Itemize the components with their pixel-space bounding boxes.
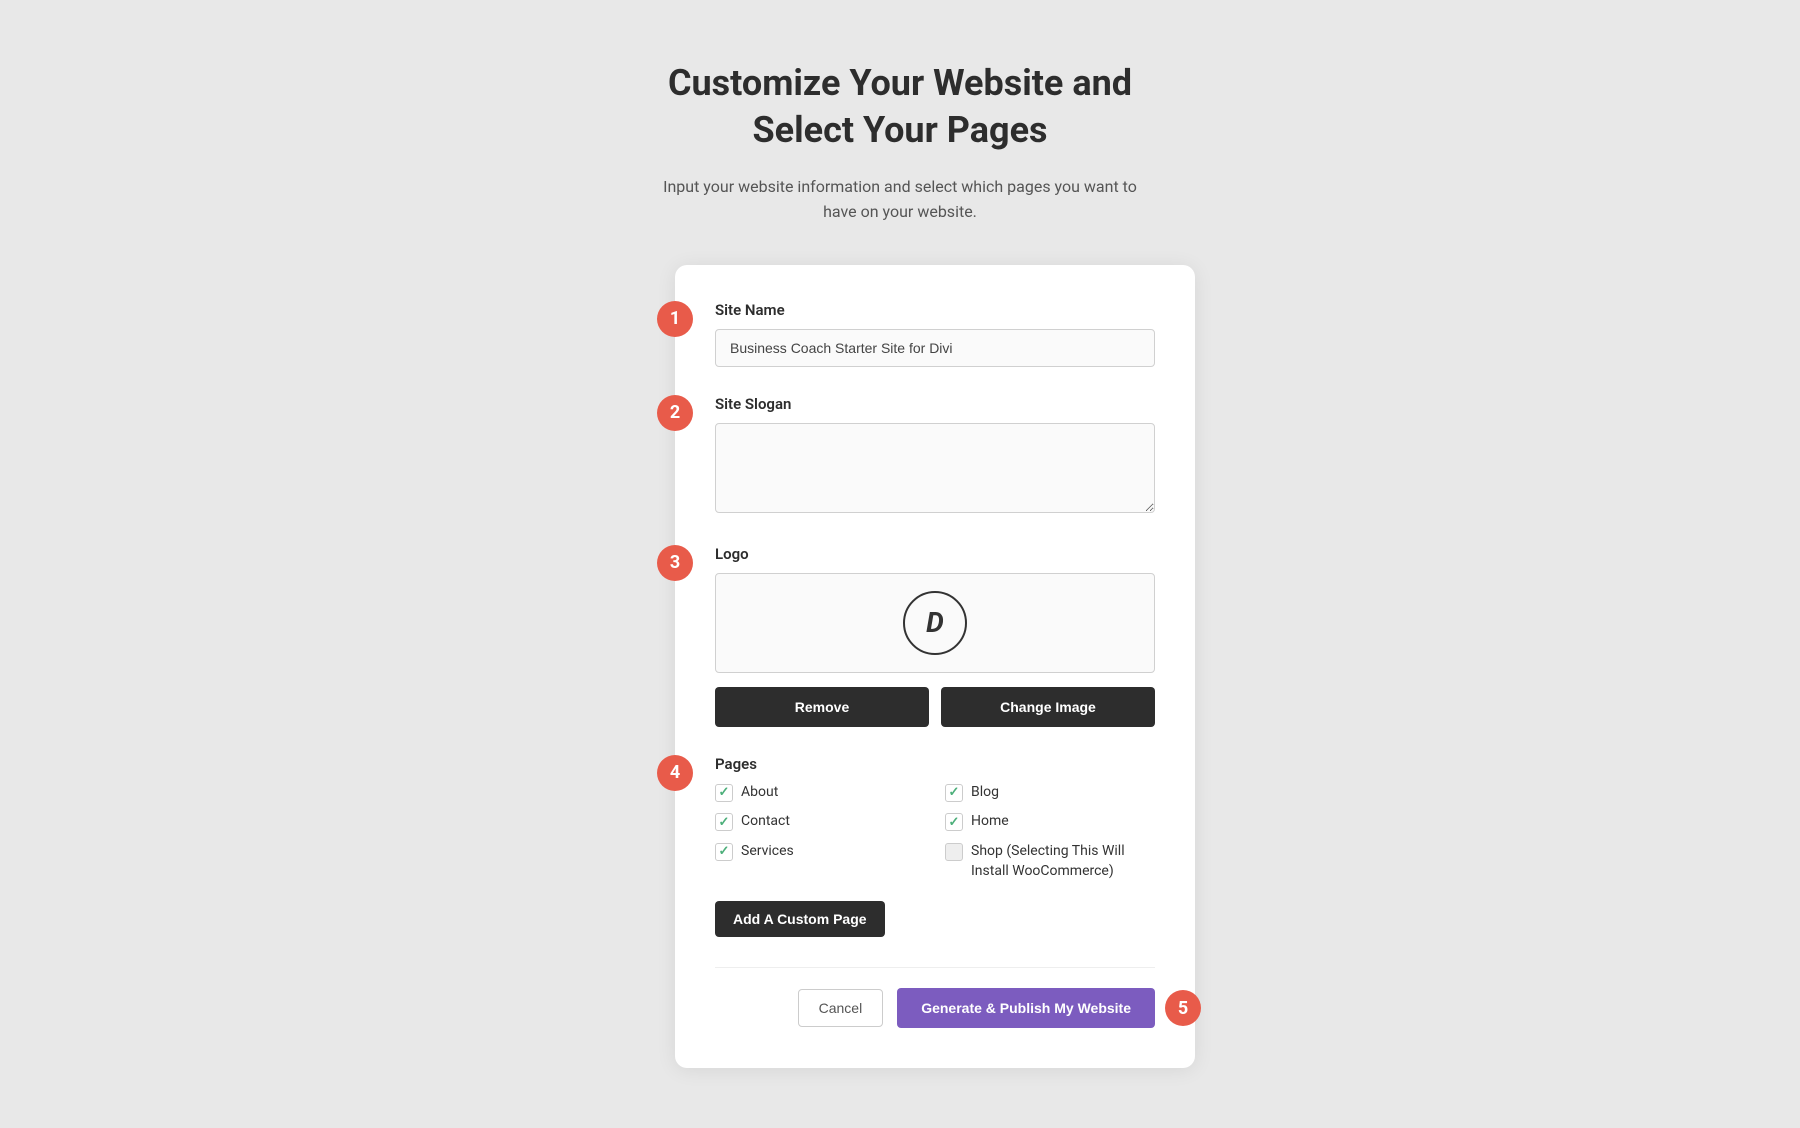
pages-label: Pages bbox=[715, 755, 1155, 773]
pages-grid: ✓ About ✓ Blog ✓ Contact bbox=[715, 783, 1155, 881]
checkbox-services[interactable]: ✓ bbox=[715, 843, 733, 861]
logo-area: D bbox=[715, 573, 1155, 673]
step-2-badge: 2 bbox=[657, 395, 693, 431]
checkbox-contact[interactable]: ✓ bbox=[715, 813, 733, 831]
page-label-shop: Shop (Selecting This Will Install WooCom… bbox=[971, 842, 1155, 881]
checkbox-home[interactable]: ✓ bbox=[945, 813, 963, 831]
checkbox-about[interactable]: ✓ bbox=[715, 784, 733, 802]
page-item-blog[interactable]: ✓ Blog bbox=[945, 783, 1155, 803]
checkbox-shop[interactable]: ✓ bbox=[945, 843, 963, 861]
step-4-badge: 4 bbox=[657, 755, 693, 791]
site-name-input[interactable] bbox=[715, 329, 1155, 367]
page-label-contact: Contact bbox=[741, 812, 790, 832]
cancel-button[interactable]: Cancel bbox=[798, 989, 884, 1027]
site-name-label: Site Name bbox=[715, 301, 1155, 319]
site-slogan-section: 2 Site Slogan bbox=[715, 395, 1155, 517]
remove-button[interactable]: Remove bbox=[715, 687, 929, 727]
checkmark-contact: ✓ bbox=[719, 816, 730, 829]
change-image-button[interactable]: Change Image bbox=[941, 687, 1155, 727]
logo-icon: D bbox=[903, 591, 967, 655]
site-slogan-input[interactable] bbox=[715, 423, 1155, 513]
page-item-about[interactable]: ✓ About bbox=[715, 783, 925, 803]
publish-wrapper: Generate & Publish My Website 5 bbox=[897, 988, 1155, 1028]
step-3-badge: 3 bbox=[657, 545, 693, 581]
page-label-home: Home bbox=[971, 812, 1009, 832]
pages-section: 4 Pages ✓ About ✓ Blog ✓ bbox=[715, 755, 1155, 937]
page-item-shop[interactable]: ✓ Shop (Selecting This Will Install WooC… bbox=[945, 842, 1155, 881]
step-5-badge: 5 bbox=[1165, 990, 1201, 1026]
logo-buttons: Remove Change Image bbox=[715, 687, 1155, 727]
page-label-about: About bbox=[741, 783, 778, 803]
add-custom-page-button[interactable]: Add A Custom Page bbox=[715, 901, 885, 937]
page-label-services: Services bbox=[741, 842, 794, 862]
step-1-badge: 1 bbox=[657, 301, 693, 337]
page-item-services[interactable]: ✓ Services bbox=[715, 842, 925, 881]
page-item-contact[interactable]: ✓ Contact bbox=[715, 812, 925, 832]
page-item-home[interactable]: ✓ Home bbox=[945, 812, 1155, 832]
logo-section: 3 Logo D Remove Change Image bbox=[715, 545, 1155, 727]
generate-publish-button[interactable]: Generate & Publish My Website bbox=[897, 988, 1155, 1028]
form-footer: Cancel Generate & Publish My Website 5 bbox=[715, 967, 1155, 1028]
page-title: Customize Your Website and Select Your P… bbox=[668, 60, 1132, 154]
site-slogan-label: Site Slogan bbox=[715, 395, 1155, 413]
page-label-blog: Blog bbox=[971, 783, 999, 803]
checkbox-blog[interactable]: ✓ bbox=[945, 784, 963, 802]
form-card: 1 Site Name 2 Site Slogan 3 Logo D Remov… bbox=[675, 265, 1195, 1068]
checkmark-services: ✓ bbox=[719, 845, 730, 858]
checkmark-blog: ✓ bbox=[949, 786, 960, 799]
checkmark-about: ✓ bbox=[719, 786, 730, 799]
checkmark-home: ✓ bbox=[949, 816, 960, 829]
page-subtitle: Input your website information and selec… bbox=[660, 174, 1140, 225]
site-name-section: 1 Site Name bbox=[715, 301, 1155, 367]
logo-label: Logo bbox=[715, 545, 1155, 563]
